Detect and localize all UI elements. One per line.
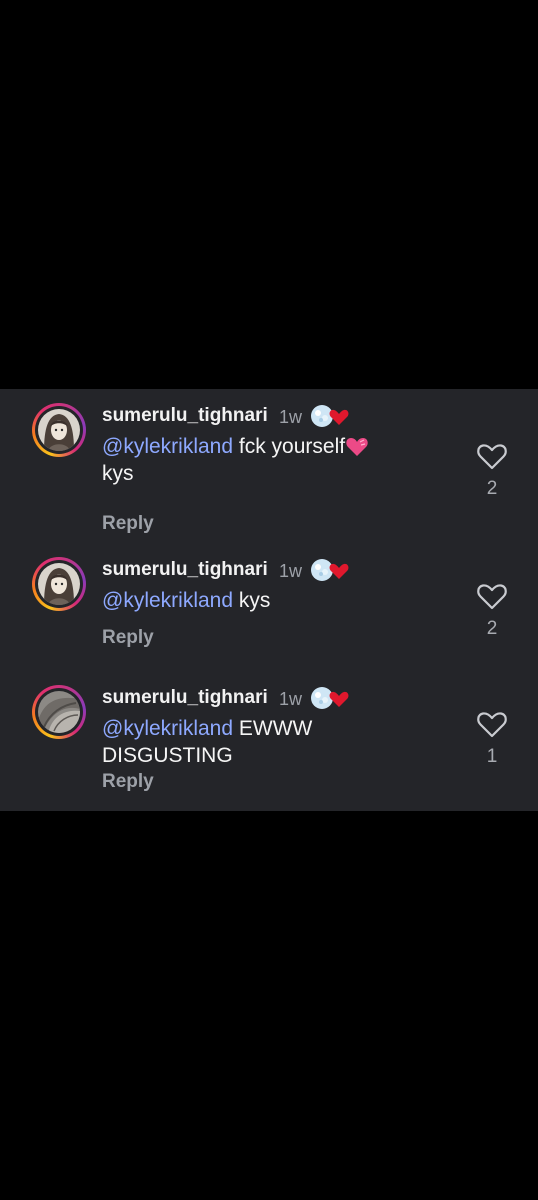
like-count: 2 <box>486 618 498 639</box>
mention-link[interactable]: @kylekrikland <box>102 435 233 458</box>
like-heart-icon[interactable] <box>476 441 508 471</box>
comment-item: sumerulu_tighnari 1w @kylekrikland kys R… <box>0 557 538 657</box>
comment-body: kys <box>233 589 271 612</box>
avatar[interactable] <box>32 685 86 739</box>
like-heart-icon[interactable] <box>476 709 508 739</box>
comment-body: fck yourself <box>233 435 346 458</box>
creator-heart-badge-icon <box>309 557 349 583</box>
comment-text: @kylekrikland kys <box>102 587 442 614</box>
timestamp: 1w <box>279 561 303 581</box>
comment-item: sumerulu_tighnari 1w @kylekrikland fck y… <box>0 403 538 536</box>
anime-girl-avatar-icon <box>38 563 80 605</box>
timestamp: 1w <box>279 689 303 709</box>
like-count: 1 <box>486 746 498 767</box>
reply-button[interactable]: Reply <box>102 626 154 650</box>
creator-heart-badge-icon <box>309 403 349 429</box>
username[interactable]: sumerulu_tighnari <box>102 403 268 429</box>
grey-hair-avatar-icon <box>38 691 80 733</box>
comments-panel: sumerulu_tighnari 1w @kylekrikland fck y… <box>0 389 538 811</box>
username[interactable]: sumerulu_tighnari <box>102 685 268 711</box>
reply-button[interactable]: Reply <box>102 512 154 536</box>
comment-text: @kylekrikland fck yourself kys <box>102 433 442 487</box>
avatar[interactable] <box>32 557 86 611</box>
mention-link[interactable]: @kylekrikland <box>102 717 233 740</box>
like-heart-icon[interactable] <box>476 581 508 611</box>
anime-girl-avatar-icon <box>38 409 80 451</box>
pink-heart-icon <box>345 435 369 457</box>
avatar[interactable] <box>32 403 86 457</box>
like-count: 2 <box>486 478 498 499</box>
creator-heart-badge-icon <box>309 685 349 711</box>
comment-item: sumerulu_tighnari 1w @kylekrikland EWWW … <box>0 685 538 809</box>
timestamp: 1w <box>279 407 303 427</box>
mention-link[interactable]: @kylekrikland <box>102 589 233 612</box>
username[interactable]: sumerulu_tighnari <box>102 557 268 583</box>
comment-text: @kylekrikland EWWW DISGUSTING <box>102 715 362 769</box>
reply-button[interactable]: Reply <box>102 770 154 794</box>
comment-body-line2: kys <box>102 462 134 485</box>
